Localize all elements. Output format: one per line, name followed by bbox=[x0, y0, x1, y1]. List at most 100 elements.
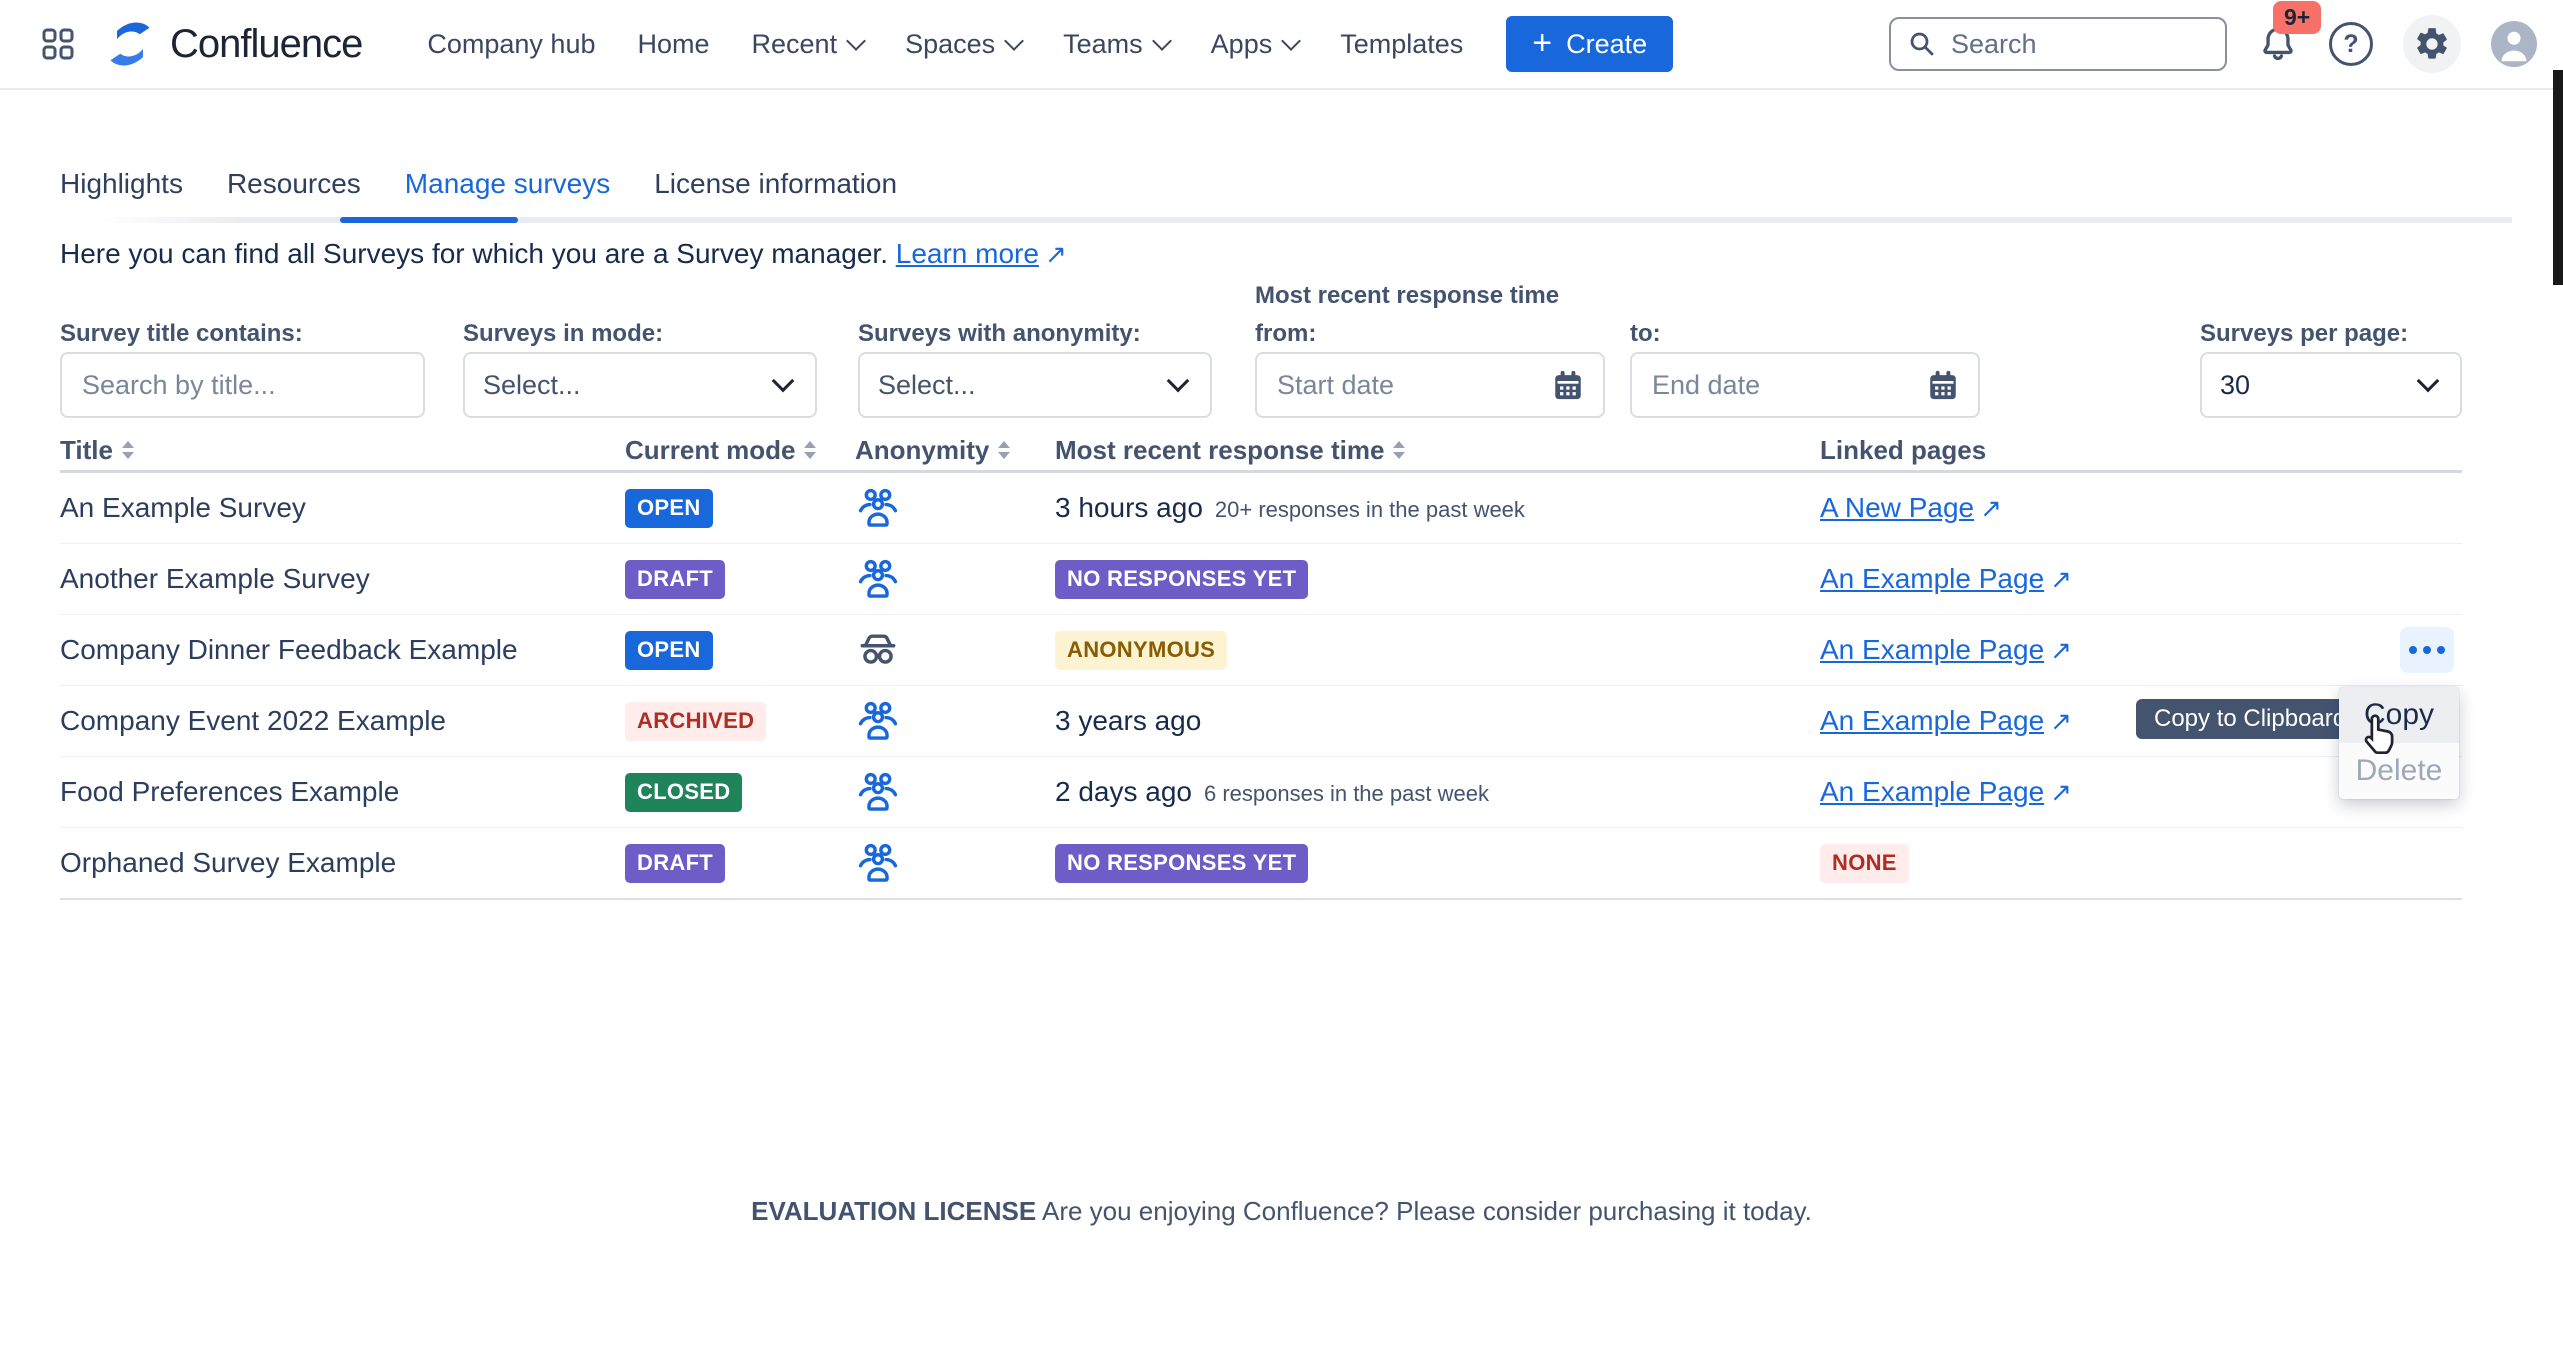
table-row: Food Preferences Example CLOSED 2 days a… bbox=[60, 757, 2462, 828]
filter-anonymity-label: Surveys with anonymity: bbox=[858, 320, 1141, 348]
table-header: Title Current mode Anonymity Most recent… bbox=[60, 430, 2462, 473]
survey-title: An Example Survey bbox=[60, 492, 306, 524]
mode-badge: DRAFT bbox=[625, 560, 725, 599]
scrollbar-thumb[interactable] bbox=[2553, 70, 2563, 285]
menu-item-delete[interactable]: Delete bbox=[2339, 743, 2459, 799]
tab-license-information[interactable]: License information bbox=[654, 168, 897, 200]
response-time-group-label: Most recent response time bbox=[1255, 282, 1559, 310]
search-icon bbox=[1907, 29, 1937, 59]
cursor-pointer-icon bbox=[2362, 712, 2398, 759]
tab-bar: Highlights Resources Manage surveys Lice… bbox=[60, 168, 897, 200]
start-date-input[interactable] bbox=[1275, 369, 1551, 402]
confluence-page: Confluence Company hub Home Recent Space… bbox=[0, 0, 2563, 1352]
copy-tooltip: Copy to Clipboard bbox=[2136, 699, 2364, 739]
mode-badge: CLOSED bbox=[625, 773, 742, 812]
response-time: 3 hours ago bbox=[1055, 492, 1203, 524]
to-date-box bbox=[1630, 352, 1980, 418]
response-time: 2 days ago bbox=[1055, 776, 1192, 808]
confluence-logo[interactable]: Confluence bbox=[104, 18, 362, 70]
linked-page-link[interactable]: A New Page bbox=[1820, 492, 1974, 524]
intro-text: Here you can find all Surveys for which … bbox=[60, 238, 1067, 270]
search-input[interactable] bbox=[1949, 28, 2183, 61]
notification-badge: 9+ bbox=[2273, 1, 2321, 34]
chevron-down-icon bbox=[772, 370, 795, 393]
sort-icon bbox=[998, 441, 1010, 459]
create-button[interactable]: + Create bbox=[1506, 16, 1673, 72]
group-icon bbox=[855, 698, 901, 744]
mode-select[interactable]: Select... bbox=[463, 352, 817, 418]
incognito-icon bbox=[855, 627, 901, 673]
tab-manage-surveys[interactable]: Manage surveys bbox=[405, 168, 610, 200]
avatar[interactable] bbox=[2491, 21, 2537, 67]
nav-item-spaces[interactable]: Spaces bbox=[905, 29, 1021, 60]
response-note: 20+ responses in the past week bbox=[1215, 497, 1525, 523]
gear-icon bbox=[2413, 25, 2451, 63]
survey-title: Orphaned Survey Example bbox=[60, 847, 396, 879]
filter-title-box bbox=[60, 352, 425, 418]
filter-title-label: Survey title contains: bbox=[60, 320, 303, 348]
column-header-anonymity[interactable]: Anonymity bbox=[855, 435, 1055, 466]
nav-right-cluster: 9+ ? bbox=[1889, 15, 2537, 73]
survey-title: Food Preferences Example bbox=[60, 776, 399, 808]
calendar-icon[interactable] bbox=[1551, 368, 1585, 402]
search-box[interactable] bbox=[1889, 17, 2227, 71]
menu-item-copy[interactable]: Copy bbox=[2339, 687, 2459, 743]
column-header-title[interactable]: Title bbox=[60, 435, 625, 466]
group-icon bbox=[855, 769, 901, 815]
response-time: 3 years ago bbox=[1055, 705, 1201, 737]
linked-page-link[interactable]: An Example Page bbox=[1820, 705, 2044, 737]
per-page-label: Surveys per page: bbox=[2200, 320, 2408, 348]
learn-more-link[interactable]: Learn more bbox=[896, 238, 1039, 269]
group-icon bbox=[855, 840, 901, 886]
survey-title: Company Event 2022 Example bbox=[60, 705, 446, 737]
notifications-button[interactable]: 9+ bbox=[2257, 23, 2299, 65]
per-page-select[interactable]: 30 bbox=[2200, 352, 2462, 418]
response-badge: NO RESPONSES YET bbox=[1055, 844, 1308, 883]
active-tab-underline bbox=[340, 217, 518, 223]
table-row: Company Dinner Feedback Example OPEN ANO… bbox=[60, 615, 2462, 686]
group-icon bbox=[855, 485, 901, 531]
linked-page-link[interactable]: An Example Page bbox=[1820, 563, 2044, 595]
nav-item-templates[interactable]: Templates bbox=[1340, 29, 1463, 60]
help-icon: ? bbox=[2329, 22, 2373, 66]
mode-badge: OPEN bbox=[625, 489, 713, 528]
nav-item-teams[interactable]: Teams bbox=[1063, 29, 1169, 60]
linked-page-link[interactable]: An Example Page bbox=[1820, 776, 2044, 808]
more-icon bbox=[2409, 646, 2417, 654]
table-row: Orphaned Survey Example DRAFT NO RESPONS… bbox=[60, 828, 2462, 900]
chevron-down-icon bbox=[2417, 370, 2440, 393]
nav-item-recent[interactable]: Recent bbox=[752, 29, 864, 60]
mode-badge: OPEN bbox=[625, 631, 713, 670]
none-badge: NONE bbox=[1820, 844, 1909, 883]
survey-title: Company Dinner Feedback Example bbox=[60, 634, 518, 666]
column-header-response-time[interactable]: Most recent response time bbox=[1055, 435, 1820, 466]
app-grid-icon[interactable] bbox=[40, 26, 76, 62]
anonymity-select[interactable]: Select... bbox=[858, 352, 1212, 418]
surveys-table: An Example Survey OPEN 3 hours ago 20+ re… bbox=[60, 473, 2462, 900]
survey-title: Another Example Survey bbox=[60, 563, 370, 595]
more-actions-button[interactable] bbox=[2400, 627, 2454, 673]
help-button[interactable]: ? bbox=[2329, 22, 2373, 66]
from-date-box bbox=[1255, 352, 1605, 418]
settings-button[interactable] bbox=[2403, 15, 2461, 73]
tab-highlights[interactable]: Highlights bbox=[60, 168, 183, 200]
column-header-current-mode[interactable]: Current mode bbox=[625, 435, 855, 466]
response-note: 6 responses in the past week bbox=[1204, 781, 1489, 807]
chevron-down-icon bbox=[846, 31, 866, 51]
group-icon bbox=[855, 556, 901, 602]
nav-item-home[interactable]: Home bbox=[637, 29, 709, 60]
footer-text: EVALUATION LICENSE Are you enjoying Conf… bbox=[0, 1196, 2563, 1227]
nav-item-apps[interactable]: Apps bbox=[1211, 29, 1299, 60]
end-date-input[interactable] bbox=[1650, 369, 1926, 402]
sort-icon bbox=[122, 441, 134, 459]
column-header-linked-pages: Linked pages bbox=[1820, 435, 2340, 466]
nav-item-company-hub[interactable]: Company hub bbox=[427, 29, 595, 60]
tab-resources[interactable]: Resources bbox=[227, 168, 361, 200]
filter-mode-label: Surveys in mode: bbox=[463, 320, 663, 348]
calendar-icon[interactable] bbox=[1926, 368, 1960, 402]
response-badge: ANONYMOUS bbox=[1055, 631, 1227, 670]
title-search-input[interactable] bbox=[80, 369, 405, 402]
linked-page-link[interactable]: An Example Page bbox=[1820, 634, 2044, 666]
response-badge: NO RESPONSES YET bbox=[1055, 560, 1308, 599]
table-row: Another Example Survey DRAFT NO RESPONSE… bbox=[60, 544, 2462, 615]
